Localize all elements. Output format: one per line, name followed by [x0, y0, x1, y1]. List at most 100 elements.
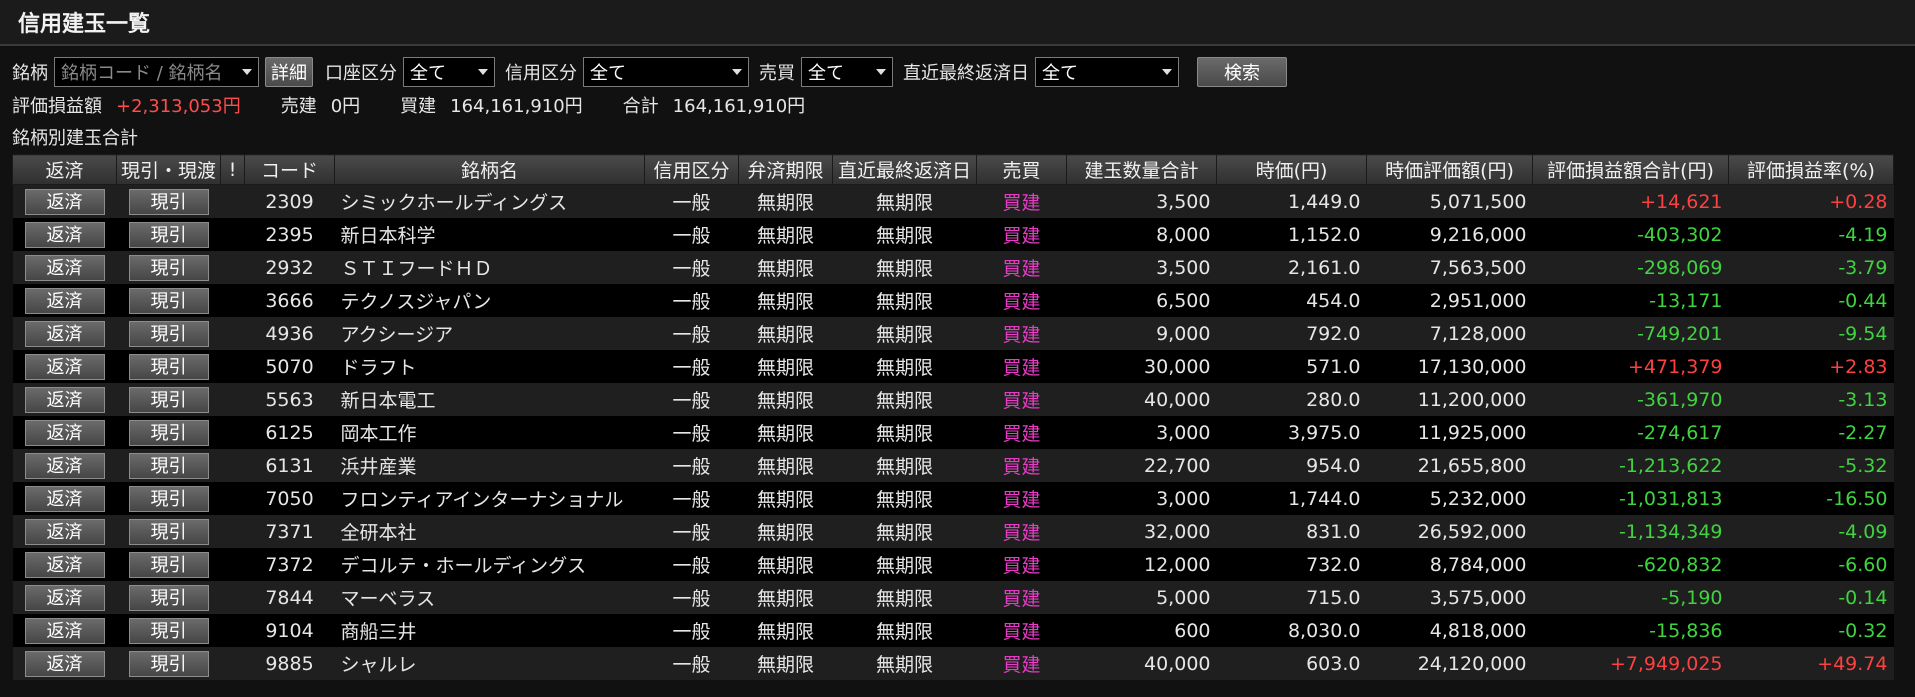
- chevron-down-icon[interactable]: [732, 69, 742, 75]
- delivery-button[interactable]: 現引: [128, 485, 209, 512]
- repay-button[interactable]: 返済: [24, 518, 105, 545]
- col-header-credit[interactable]: 信用区分: [644, 154, 739, 185]
- col-header-alert[interactable]: !: [220, 154, 245, 185]
- summary-bar: 評価損益額 +2,313,053円 売建 0円 買建 164,161,910円 …: [0, 90, 1915, 120]
- col-header-price[interactable]: 時価(円): [1216, 154, 1367, 185]
- rate-cell: -0.32: [1728, 614, 1894, 647]
- col-header-code[interactable]: コード: [244, 154, 335, 185]
- repay-button[interactable]: 返済: [24, 419, 105, 446]
- pl-cell: +14,621: [1532, 184, 1729, 218]
- qty-cell: 22,700: [1066, 449, 1217, 482]
- table-row[interactable]: 返済 現引 2932 ＳＴＩフードＨＤ 一般 無期限 無期限 買建 3,500 2,161.0 7,…: [12, 251, 1894, 284]
- repay-button[interactable]: 返済: [24, 650, 105, 677]
- total-value: 164,161,910円: [672, 96, 806, 117]
- col-header-due[interactable]: 直近最終返済日: [832, 154, 977, 185]
- delivery-button[interactable]: 現引: [128, 221, 209, 248]
- repay-button[interactable]: 返済: [24, 386, 105, 413]
- table-row[interactable]: 返済 現引 5070 ドラフト 一般 無期限 無期限 買建 30,000 571.0 17,130,…: [12, 350, 1894, 383]
- repay-cell: 返済: [12, 647, 117, 680]
- col-header-value[interactable]: 時価評価額(円): [1366, 154, 1533, 185]
- name-cell: マーベラス: [334, 581, 645, 614]
- col-header-delivery[interactable]: 現引・現渡: [116, 154, 221, 185]
- delivery-cell: 現引: [116, 647, 221, 680]
- col-header-limit[interactable]: 弁済期限: [738, 154, 833, 185]
- repay-button[interactable]: 返済: [24, 485, 105, 512]
- table-row[interactable]: 返済 現引 6131 浜井産業 一般 無期限 無期限 買建 22,700 954.0 21,655,…: [12, 449, 1894, 482]
- pl-cell: +7,949,025: [1532, 647, 1729, 680]
- col-header-side[interactable]: 売買: [976, 154, 1067, 185]
- col-header-qty[interactable]: 建玉数量合計: [1066, 154, 1217, 185]
- repay-button[interactable]: 返済: [24, 221, 105, 248]
- repay-button[interactable]: 返済: [24, 617, 105, 644]
- table-row[interactable]: 返済 現引 9104 商船三井 一般 無期限 無期限 買建 600 8,030.0 4,818,00…: [12, 614, 1894, 647]
- table-row[interactable]: 返済 現引 7844 マーベラス 一般 無期限 無期限 買建 5,000 715.0 3,575,0…: [12, 581, 1894, 614]
- repay-button[interactable]: 返済: [24, 287, 105, 314]
- delivery-cell: 現引: [116, 581, 221, 614]
- value-cell: 11,925,000: [1366, 416, 1533, 449]
- delivery-button[interactable]: 現引: [128, 188, 209, 215]
- stock-search-input[interactable]: 銘柄コード / 銘柄名: [61, 59, 223, 85]
- delivery-button[interactable]: 現引: [128, 584, 209, 611]
- due-date-select[interactable]: 全て: [1035, 57, 1179, 87]
- delivery-button[interactable]: 現引: [128, 287, 209, 314]
- table-row[interactable]: 返済 現引 7372 デコルテ・ホールディングス 一般 無期限 無期限 買建 12,000 732…: [12, 548, 1894, 581]
- delivery-button[interactable]: 現引: [128, 650, 209, 677]
- repay-cell: 返済: [12, 251, 117, 284]
- credit-cell: 一般: [644, 184, 739, 218]
- due-date-select-value: 全て: [1042, 63, 1078, 84]
- delivery-button[interactable]: 現引: [128, 386, 209, 413]
- table-row[interactable]: 返済 現引 6125 岡本工作 一般 無期限 無期限 買建 3,000 3,975.0 11,925…: [12, 416, 1894, 449]
- stock-search-combo[interactable]: 銘柄コード / 銘柄名: [54, 57, 259, 87]
- repay-button[interactable]: 返済: [24, 320, 105, 347]
- chevron-down-icon[interactable]: [1162, 69, 1172, 75]
- repay-button[interactable]: 返済: [24, 452, 105, 479]
- delivery-button[interactable]: 現引: [128, 617, 209, 644]
- col-header-pl[interactable]: 評価損益額合計(円): [1532, 154, 1729, 185]
- detail-button[interactable]: 詳細: [265, 57, 313, 87]
- alert-cell: [220, 317, 245, 350]
- due-cell: 無期限: [832, 548, 977, 581]
- repay-button[interactable]: 返済: [24, 353, 105, 380]
- credit-select[interactable]: 全て: [583, 57, 749, 87]
- repay-cell: 返済: [12, 218, 117, 251]
- search-button[interactable]: 検索: [1197, 57, 1287, 87]
- repay-button[interactable]: 返済: [24, 584, 105, 611]
- col-header-rate[interactable]: 評価損益率(%): [1728, 154, 1894, 185]
- alert-cell: [220, 383, 245, 416]
- chevron-down-icon[interactable]: [876, 69, 886, 75]
- account-select[interactable]: 全て: [403, 57, 495, 87]
- repay-button[interactable]: 返済: [24, 188, 105, 215]
- value-cell: 5,232,000: [1366, 482, 1533, 515]
- side-cell: 買建: [976, 350, 1067, 383]
- delivery-button[interactable]: 現引: [128, 320, 209, 347]
- table-row[interactable]: 返済 現引 9885 シャルレ 一般 無期限 無期限 買建 40,000 603.0 24,120,…: [12, 647, 1894, 680]
- repay-cell: 返済: [12, 383, 117, 416]
- delivery-button[interactable]: 現引: [128, 353, 209, 380]
- chevron-down-icon[interactable]: [242, 69, 252, 75]
- col-header-name[interactable]: 銘柄名: [334, 154, 645, 185]
- table-row[interactable]: 返済 現引 7371 全研本社 一般 無期限 無期限 買建 32,000 831.0 26,592,…: [12, 515, 1894, 548]
- repay-button[interactable]: 返済: [24, 551, 105, 578]
- table-row[interactable]: 返済 現引 2309 シミックホールディングス 一般 無期限 無期限 買建 3,500 1,449…: [12, 184, 1894, 218]
- table-row[interactable]: 返済 現引 7050 フロンティアインターナショナル 一般 無期限 無期限 買建 3,000 1,…: [12, 482, 1894, 515]
- section-title: 銘柄別建玉合計: [12, 128, 138, 149]
- col-header-repay[interactable]: 返済: [12, 154, 117, 185]
- alert-cell: [220, 647, 245, 680]
- delivery-button[interactable]: 現引: [128, 452, 209, 479]
- delivery-button[interactable]: 現引: [128, 518, 209, 545]
- due-cell: 無期限: [832, 251, 977, 284]
- code-cell: 7372: [244, 548, 335, 581]
- due-cell: 無期限: [832, 482, 977, 515]
- delivery-button[interactable]: 現引: [128, 551, 209, 578]
- table-row[interactable]: 返済 現引 5563 新日本電工 一般 無期限 無期限 買建 40,000 280.0 11,200…: [12, 383, 1894, 416]
- rate-cell: -6.60: [1728, 548, 1894, 581]
- table-row[interactable]: 返済 現引 3666 テクノスジャパン 一般 無期限 無期限 買建 6,500 454.0 2,95…: [12, 284, 1894, 317]
- delivery-button[interactable]: 現引: [128, 254, 209, 281]
- repay-button[interactable]: 返済: [24, 254, 105, 281]
- table-row[interactable]: 返済 現引 4936 アクシージア 一般 無期限 無期限 買建 9,000 792.0 7,128,…: [12, 317, 1894, 350]
- trade-select[interactable]: 全て: [801, 57, 893, 87]
- limit-cell: 無期限: [738, 284, 833, 317]
- table-row[interactable]: 返済 現引 2395 新日本科学 一般 無期限 無期限 買建 8,000 1,152.0 9,216…: [12, 218, 1894, 251]
- chevron-down-icon[interactable]: [478, 69, 488, 75]
- delivery-button[interactable]: 現引: [128, 419, 209, 446]
